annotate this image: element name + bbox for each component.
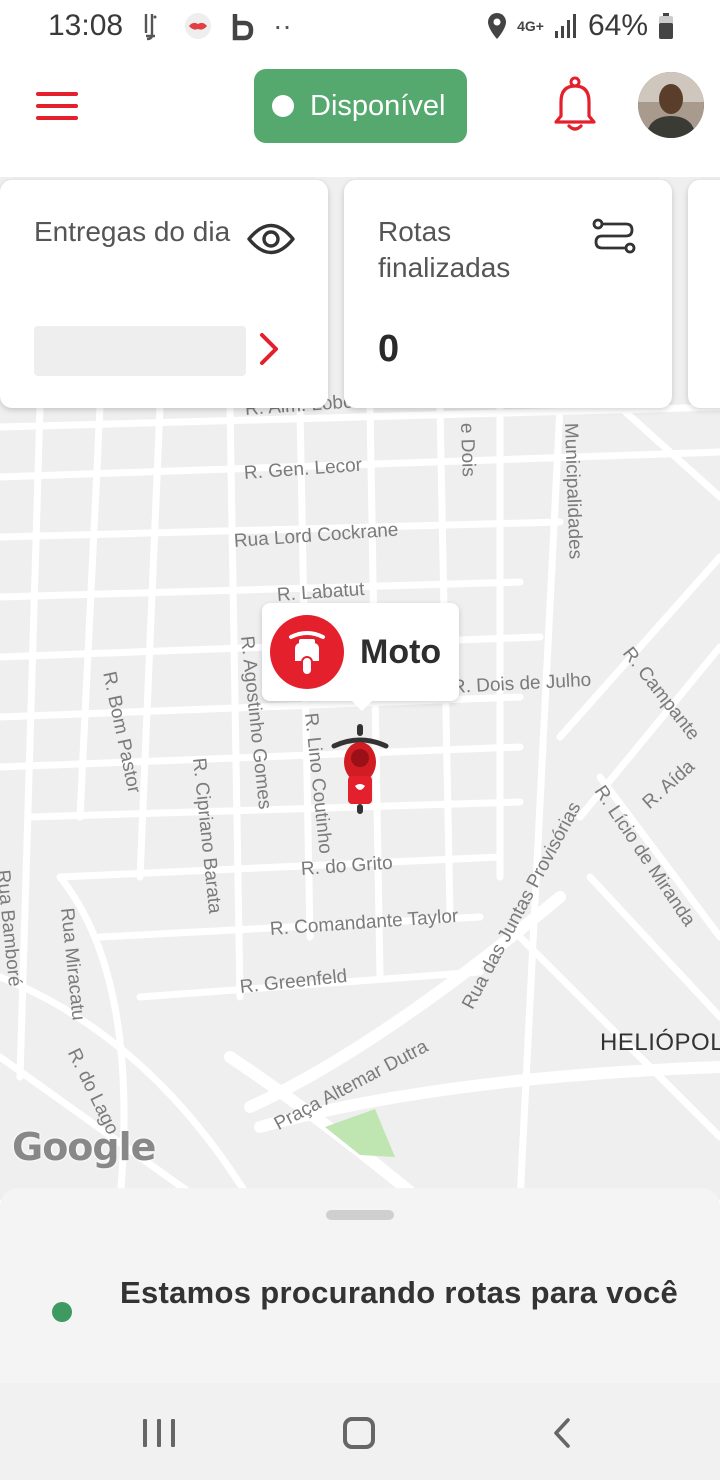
searching-status-dot-icon (52, 1302, 72, 1322)
sheet-drag-handle[interactable] (326, 1210, 394, 1220)
back-icon[interactable] (552, 1417, 572, 1449)
routes-card[interactable]: Rotas finalizadas 0 (344, 180, 672, 408)
routes-count: 0 (378, 328, 400, 370)
network-type: 4G+ (517, 18, 544, 34)
chevron-right-icon[interactable] (258, 332, 280, 375)
searching-routes-message: Estamos procurando rotas para você (120, 1275, 679, 1310)
system-navigation-bar (0, 1383, 720, 1480)
lips-app-icon (183, 11, 213, 41)
app-header: Disponível (0, 52, 720, 177)
next-card-peek[interactable] (688, 180, 720, 408)
more-dots-icon: ·· (273, 10, 292, 41)
deliveries-card-title: Entregas do dia (34, 216, 231, 247)
summary-cards: Entregas do dia Rotas finalizadas 0 (0, 180, 720, 412)
google-logo: Google (12, 1125, 156, 1169)
scooter-icon (270, 615, 344, 689)
availability-toggle[interactable]: Disponível (254, 69, 467, 143)
street-label: e Dois (456, 422, 479, 478)
deliveries-value-placeholder (34, 326, 246, 376)
location-icon (487, 12, 507, 40)
notification-bell-icon[interactable] (552, 74, 598, 136)
route-icon (592, 218, 636, 259)
recent-apps-icon[interactable] (143, 1419, 175, 1447)
signal-icon (554, 13, 578, 39)
battery-icon (658, 12, 674, 40)
battery-percent: 64% (587, 9, 648, 42)
bottom-sheet[interactable]: Estamos procurando rotas para você (0, 1188, 720, 1383)
vehicle-type-label: Moto (360, 632, 442, 671)
district-label: HELIÓPOLIS (600, 1029, 720, 1056)
availability-label: Disponível (310, 89, 446, 122)
user-avatar[interactable] (638, 72, 704, 138)
hamburger-menu-icon[interactable] (36, 92, 78, 122)
availability-dot-icon (272, 95, 294, 117)
vehicle-marker-label[interactable]: Moto (262, 603, 459, 711)
status-time: 13:08 (48, 9, 124, 42)
street-label: Municipalidades (560, 422, 586, 560)
deliveries-card[interactable]: Entregas do dia (0, 180, 328, 408)
scooter-marker-icon (330, 724, 390, 814)
lj-app-icon (141, 11, 165, 41)
home-icon[interactable] (343, 1417, 375, 1449)
routes-card-title: Rotas finalizadas (378, 216, 511, 283)
b-app-icon (231, 11, 255, 41)
status-bar: 13:08 ·· 4G+ 64% (0, 0, 720, 52)
eye-icon[interactable] (246, 218, 296, 260)
